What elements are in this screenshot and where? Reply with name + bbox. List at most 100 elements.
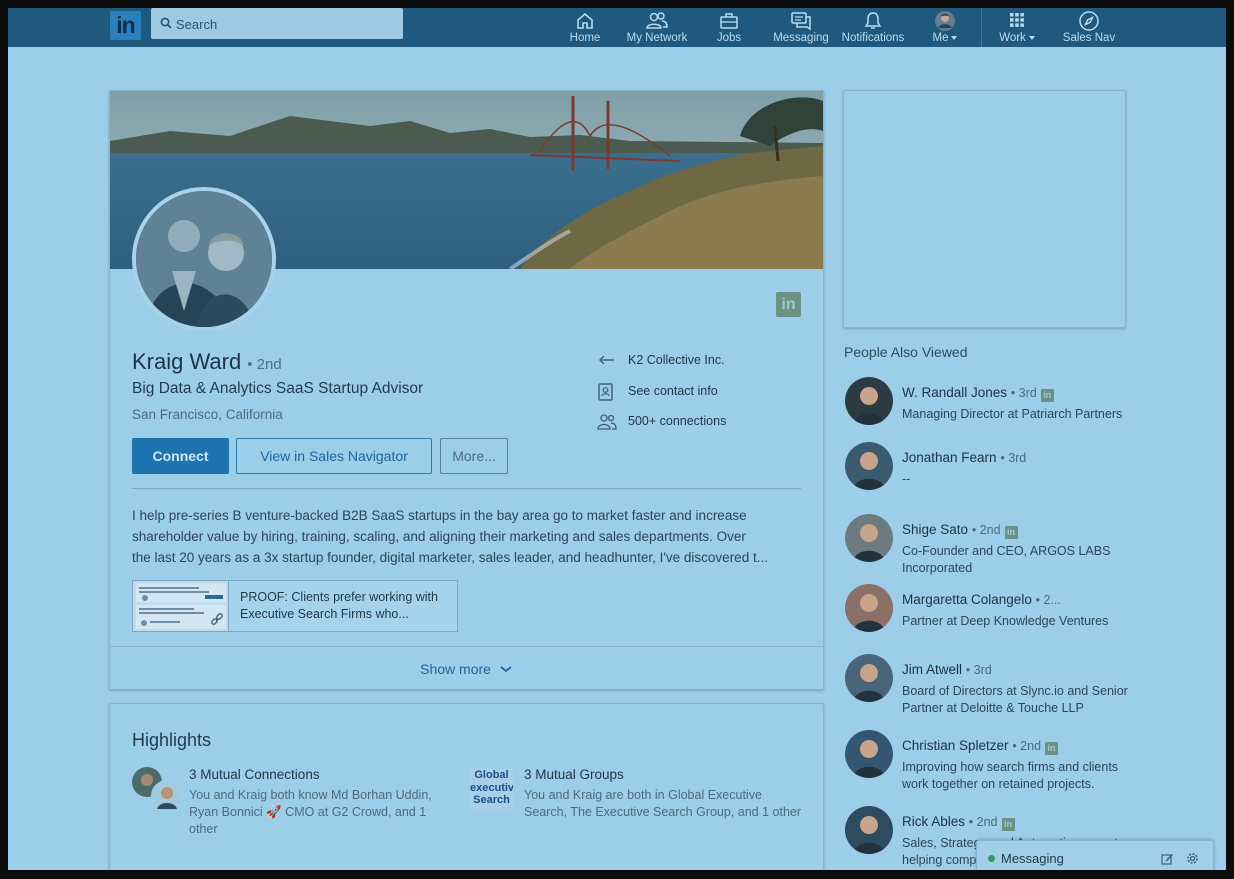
section-divider	[132, 488, 801, 489]
nav-my-network-label: My Network	[626, 32, 688, 44]
view-in-sales-navigator-button[interactable]: View in Sales Navigator	[236, 438, 432, 474]
highlights-card: Highlights 3 Mutual Connections You and …	[109, 703, 824, 870]
nav-me[interactable]: Me	[928, 8, 962, 47]
nav-notifications[interactable]: Notifications	[840, 8, 906, 47]
mutual-groups-desc: You and Kraig are both in Global Executi…	[524, 788, 802, 819]
person-avatar[interactable]	[845, 442, 893, 490]
search-icon	[160, 17, 172, 29]
nav-work-label: Work	[995, 32, 1039, 44]
nav-me-label: Me	[928, 32, 962, 44]
summary-line: I help pre-series B venture-backed B2B S…	[132, 508, 747, 523]
connection-degree: • 2nd	[247, 356, 282, 373]
briefcase-icon	[720, 13, 738, 29]
online-status-icon	[988, 855, 995, 862]
linkedin-premium-icon: in	[1045, 742, 1059, 755]
person-avatar[interactable]	[845, 654, 893, 702]
nav-home[interactable]: Home	[565, 8, 605, 47]
connections-label: 500+ connections	[628, 414, 727, 428]
mutual-connections-avatars	[132, 767, 182, 812]
person-headline: --	[902, 472, 911, 486]
media-thumbnail	[133, 581, 229, 631]
mutual-connections-heading: 3 Mutual Connections	[189, 767, 320, 782]
highlights-title: Highlights	[132, 730, 212, 750]
nav-sales-nav[interactable]: Sales Nav	[1061, 8, 1117, 47]
person-avatar[interactable]	[845, 806, 893, 854]
person-name[interactable]: Rick Ables • 2nd in	[902, 814, 1015, 831]
profile-headline: Big Data & Analytics SaaS Startup Adviso…	[132, 380, 424, 397]
contact-info-label: See contact info	[628, 384, 718, 398]
profile-summary: I help pre-series B venture-backed B2B S…	[132, 505, 804, 568]
messaging-icon	[791, 12, 811, 31]
search-input[interactable]	[176, 14, 396, 34]
connect-button[interactable]: Connect	[132, 438, 229, 474]
bell-icon	[864, 12, 882, 29]
connection-degree: • 3rd	[1000, 451, 1027, 465]
person-avatar[interactable]	[845, 730, 893, 778]
more-actions-button[interactable]: More...	[440, 438, 508, 474]
featured-media-link[interactable]: PROOF: Clients prefer working with Execu…	[132, 580, 458, 632]
person-headline: Partner at Deep Knowledge Ventures	[902, 614, 1109, 628]
compass-icon	[1079, 11, 1099, 31]
profile-avatar-icon	[935, 11, 955, 31]
connection-degree: • 2nd	[968, 815, 998, 829]
nav-home-label: Home	[569, 32, 601, 44]
linkedin-badge-icon: in	[776, 292, 801, 317]
person-headline: Board of Directors at Slync.io and Senio…	[902, 684, 1128, 715]
person-name[interactable]: W. Randall Jones • 3rd in	[902, 385, 1054, 402]
home-icon	[577, 12, 593, 29]
person-name[interactable]: Jim Atwell • 3rd	[902, 662, 992, 677]
linkedin-premium-icon: in	[1001, 818, 1015, 831]
summary-line: the last 20 years as a 3x startup founde…	[132, 550, 768, 565]
person-name[interactable]: Jonathan Fearn • 3rd	[902, 450, 1026, 465]
ad-slot	[843, 90, 1126, 328]
mutual-connections-desc: You and Kraig both know Md Borhan Uddin,…	[189, 788, 432, 836]
messaging-overlay-tab[interactable]: Messaging	[976, 840, 1214, 870]
connection-degree: • 2nd	[1012, 739, 1042, 753]
messaging-tab-label: Messaging	[1001, 851, 1064, 866]
summary-line: shareholder value by hiring, training, s…	[132, 529, 746, 544]
connection-degree: • 3rd	[1010, 386, 1037, 400]
contact-card-icon	[598, 383, 613, 401]
linkedin-premium-icon: in	[1040, 389, 1054, 402]
person-name[interactable]: Margaretta Colangelo • 2...	[902, 592, 1061, 607]
nav-jobs-label: Jobs	[716, 32, 742, 44]
search-box[interactable]	[151, 8, 403, 39]
chevron-down-icon	[951, 35, 958, 40]
profile-location: San Francisco, California	[132, 407, 283, 422]
my-network-icon	[646, 12, 668, 29]
person-avatar[interactable]	[845, 584, 893, 632]
browser-viewport: in Home My Network Jobs Messaging Notifi…	[8, 8, 1226, 870]
arrow-left-icon	[599, 355, 614, 365]
person-name[interactable]: Christian Spletzer • 2nd in	[902, 738, 1059, 755]
nav-my-network[interactable]: My Network	[624, 8, 690, 47]
person-avatar[interactable]	[845, 514, 893, 562]
connection-degree: • 3rd	[965, 663, 992, 677]
nav-divider	[981, 8, 982, 47]
nav-work[interactable]: Work	[995, 8, 1039, 47]
profile-photo[interactable]	[132, 187, 276, 331]
person-headline: Managing Director at Patriarch Partners	[902, 407, 1123, 421]
media-title: PROOF: Clients prefer working with Execu…	[240, 590, 438, 621]
person-name[interactable]: Shige Sato • 2nd in	[902, 522, 1018, 539]
person-headline: Improving how search firms and clients w…	[902, 760, 1119, 791]
person-avatar[interactable]	[845, 377, 893, 425]
nav-messaging-label: Messaging	[773, 32, 829, 44]
show-more-button[interactable]: Show more	[110, 661, 823, 677]
profile-name: Kraig Ward • 2nd	[132, 349, 282, 374]
linkedin-premium-icon: in	[1004, 526, 1018, 539]
nav-jobs[interactable]: Jobs	[710, 8, 748, 47]
group-logo: Global executive Search	[470, 769, 513, 811]
nav-messaging[interactable]: Messaging	[770, 8, 832, 47]
nav-sales-nav-label: Sales Nav	[1062, 32, 1116, 44]
linkedin-logo-icon[interactable]: in	[110, 11, 141, 40]
apps-grid-icon	[1010, 13, 1024, 27]
person-headline: Co-Founder and CEO, ARGOS LABS Incorpora…	[902, 544, 1111, 575]
connection-degree: • 2nd	[971, 523, 1001, 537]
compose-icon[interactable]	[1161, 852, 1174, 865]
chevron-down-icon	[1028, 35, 1035, 40]
section-divider	[110, 646, 823, 647]
gear-icon[interactable]	[1186, 852, 1199, 865]
current-company-label: K2 Collective Inc.	[628, 353, 725, 367]
mutual-groups-heading: 3 Mutual Groups	[524, 767, 624, 782]
connection-degree: • 2...	[1035, 593, 1061, 607]
